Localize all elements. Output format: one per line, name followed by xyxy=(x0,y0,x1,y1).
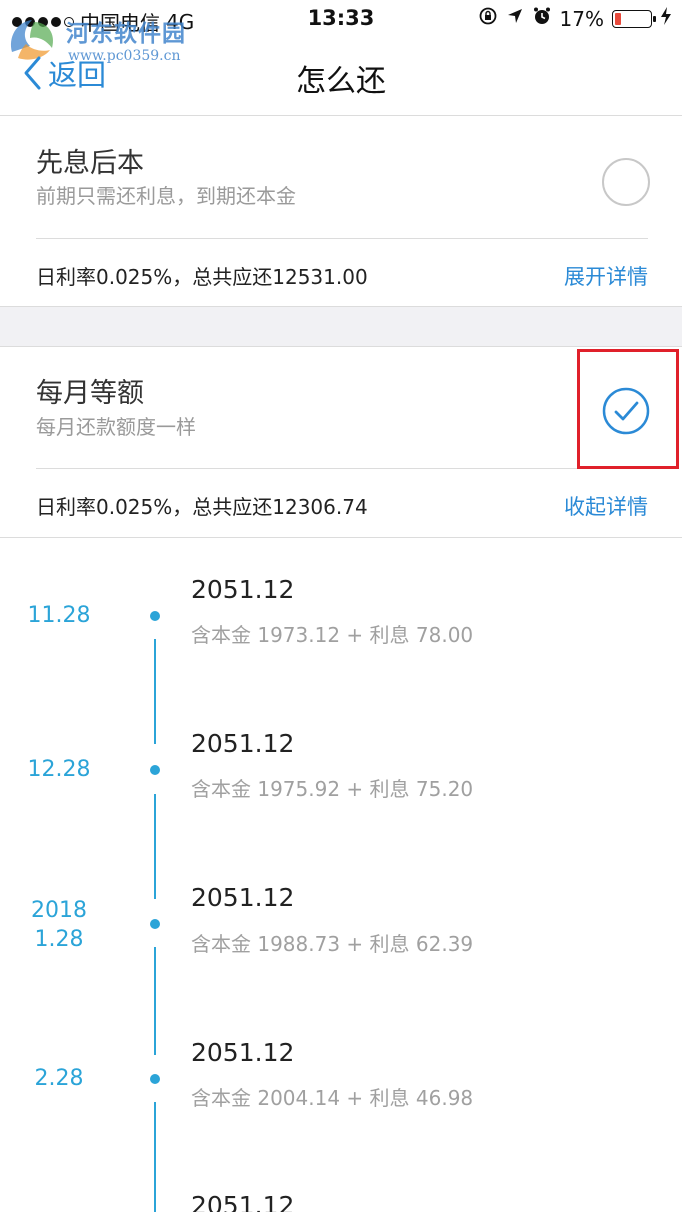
schedule-date: 2.28 xyxy=(0,1064,118,1093)
schedule-breakdown: 含本金 1973.12 + 利息 78.00 xyxy=(191,623,474,647)
option-summary: 日利率0.025%，总共应还12306.74 xyxy=(36,495,368,519)
divider xyxy=(36,468,648,469)
timeline-line xyxy=(154,794,156,899)
schedule-amount: 2051.12 xyxy=(191,883,295,912)
battery-icon xyxy=(612,9,656,28)
schedule-date: 12.28 xyxy=(0,755,118,784)
timeline-line xyxy=(154,639,156,744)
schedule-amount: 2051.12 xyxy=(191,1038,295,1067)
expand-details-link[interactable]: 展开详情 xyxy=(564,261,648,291)
schedule-date-line: 11.28 xyxy=(27,603,91,628)
charging-bolt-icon xyxy=(660,6,672,31)
schedule-amount: 2051.12 xyxy=(191,575,295,604)
repayment-schedule: 11.28 2051.12 含本金 1973.12 + 利息 78.00 12.… xyxy=(0,539,682,1212)
timeline-dot xyxy=(150,1074,160,1084)
schedule-date: 11.28 xyxy=(0,601,118,630)
schedule-breakdown: 含本金 2004.14 + 利息 46.98 xyxy=(191,1086,474,1110)
status-indicators: 17% xyxy=(478,6,672,31)
option-subtitle: 前期只需还利息，到期还本金 xyxy=(36,184,296,208)
timeline-line xyxy=(154,1102,156,1212)
schedule-amount: 2051.12 xyxy=(191,729,295,758)
navigation-bar: 返回 怎么还 xyxy=(0,38,682,116)
schedule-date-year: 2018 xyxy=(31,898,87,923)
option-title: 先息后本 xyxy=(36,148,144,179)
schedule-date: 2018 1.28 xyxy=(0,896,118,954)
status-bar: 中国电信 4G 13:33 17% xyxy=(0,0,682,38)
radio-unchecked-icon[interactable] xyxy=(602,158,650,206)
timeline-dot xyxy=(150,919,160,929)
schedule-breakdown: 含本金 1988.73 + 利息 62.39 xyxy=(191,932,474,956)
option-summary: 日利率0.025%，总共应还12531.00 xyxy=(36,265,368,289)
annotation-highlight-box xyxy=(577,349,679,469)
option-subtitle: 每月还款额度一样 xyxy=(36,415,196,439)
page-title: 怎么还 xyxy=(296,64,386,99)
repayment-option-interest-first[interactable]: 先息后本 前期只需还利息，到期还本金 日利率0.025%，总共应还12531.0… xyxy=(0,117,682,307)
schedule-breakdown: 含本金 1975.92 + 利息 75.20 xyxy=(191,777,474,801)
schedule-amount: 2051.12 xyxy=(191,1191,295,1212)
divider xyxy=(36,238,648,239)
timeline-dot xyxy=(150,765,160,775)
collapse-details-link[interactable]: 收起详情 xyxy=(564,491,648,521)
alarm-icon xyxy=(532,6,552,31)
timeline-dot xyxy=(150,611,160,621)
section-separator xyxy=(0,307,682,346)
timeline-line xyxy=(154,947,156,1055)
schedule-date-line: 12.28 xyxy=(27,757,91,782)
schedule-date-line: 1.28 xyxy=(34,927,84,952)
battery-level xyxy=(615,12,621,25)
battery-percent: 17% xyxy=(559,6,604,31)
option-title: 每月等额 xyxy=(36,378,144,409)
orientation-lock-icon xyxy=(478,6,498,31)
schedule-date-line: 2.28 xyxy=(34,1066,84,1091)
location-arrow-icon xyxy=(506,7,524,30)
